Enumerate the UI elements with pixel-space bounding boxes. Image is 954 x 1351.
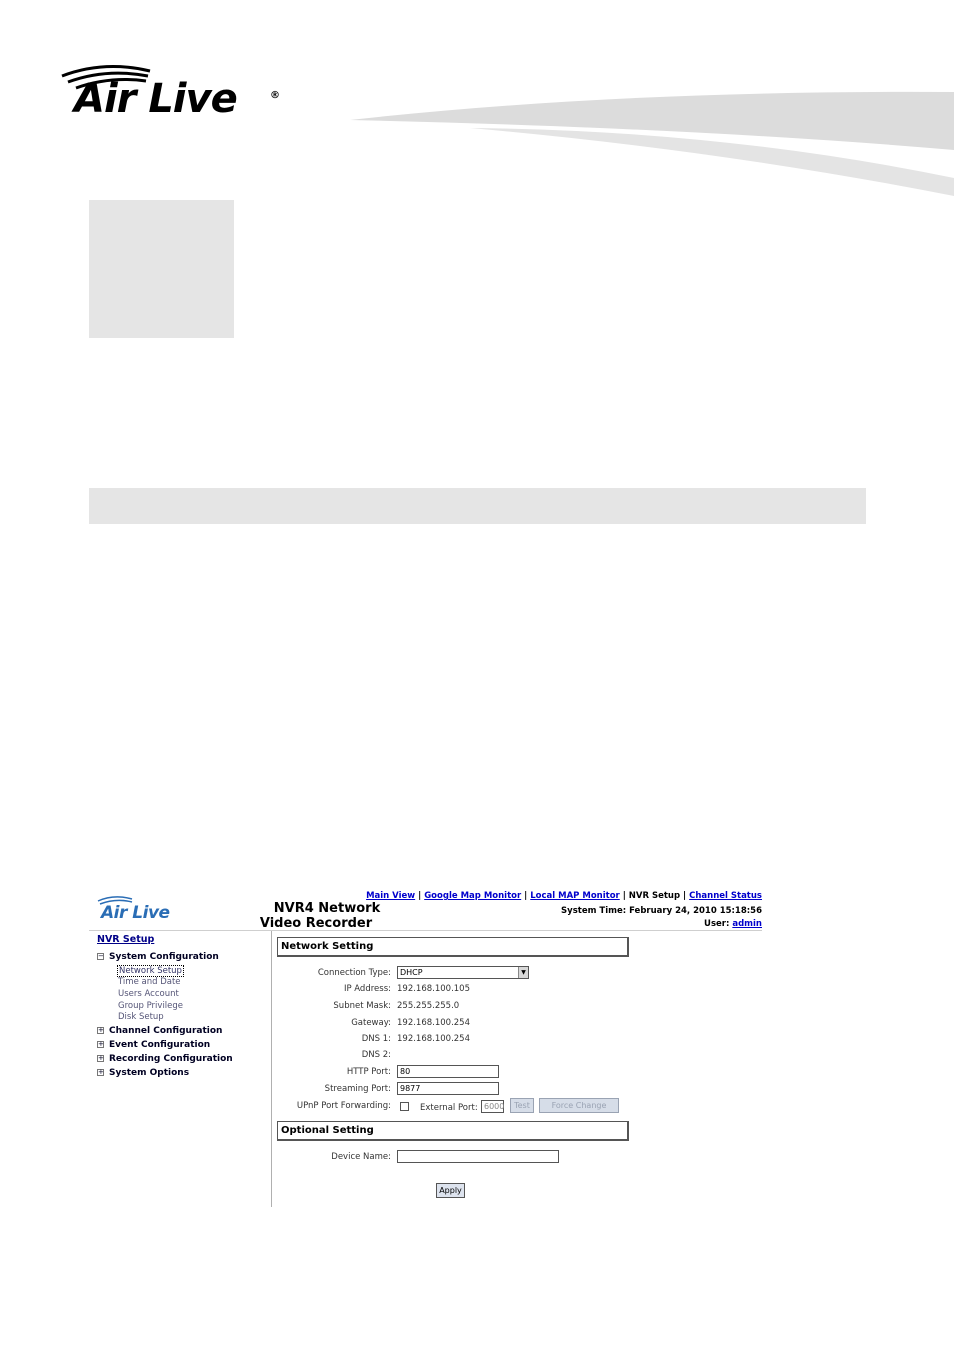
collapse-icon[interactable]: −: [97, 953, 104, 960]
expand-icon[interactable]: +: [97, 1055, 104, 1062]
sidebar-event-configuration[interactable]: + Event Configuration: [97, 1040, 210, 1050]
sidebar-item-users-account[interactable]: Users Account: [118, 989, 179, 999]
nvr-logo: Air Live: [96, 895, 196, 925]
network-setting-heading: Network Setting: [277, 937, 629, 957]
user-info: User: admin: [704, 919, 762, 929]
channel-status-link[interactable]: Channel Status: [689, 891, 762, 901]
main-view-link[interactable]: Main View: [366, 891, 415, 901]
user-label: User:: [704, 919, 730, 929]
sidebar-item-time-and-date[interactable]: Time and Date: [118, 977, 181, 987]
nvr-product-title: NVR4 Network Video Recorder: [260, 901, 389, 931]
test-button[interactable]: Test: [510, 1098, 534, 1113]
external-port-input[interactable]: 6000: [481, 1100, 504, 1113]
http-port-label: HTTP Port:: [346, 1067, 391, 1077]
gateway-label: Gateway:: [351, 1018, 391, 1028]
external-port-label: External Port:: [420, 1103, 478, 1113]
gateway-value: 192.168.100.254: [397, 1018, 471, 1028]
device-name-input[interactable]: [397, 1150, 559, 1163]
sidebar-divider: [271, 931, 272, 1207]
expand-icon[interactable]: +: [97, 1069, 104, 1076]
connection-type-select[interactable]: DHCP ▼: [397, 966, 529, 979]
subnet-mask-label: Subnet Mask:: [333, 1001, 391, 1011]
streaming-port-label: Streaming Port:: [324, 1084, 391, 1094]
dns2-label: DNS 2:: [361, 1050, 391, 1060]
sidebar-system-configuration[interactable]: − System Configuration: [97, 952, 219, 962]
sidebar-item-network-setup[interactable]: Network Setup: [117, 965, 184, 977]
nvr-sidebar: NVR Setup − System Configuration Network …: [97, 934, 267, 1084]
connection-type-label: Connection Type:: [317, 968, 391, 978]
device-name-label: Device Name:: [331, 1152, 391, 1162]
subnet-mask-value: 255.255.255.0: [397, 1001, 460, 1011]
nvr-setup-screenshot: Air Live NVR4 Network Video Recorder Mai…: [89, 885, 762, 1207]
streaming-port-input[interactable]: 9877: [397, 1082, 499, 1095]
nvr-logo-text: Air Live: [101, 903, 170, 923]
google-map-monitor-link[interactable]: Google Map Monitor: [424, 891, 521, 901]
ip-address-label: IP Address:: [343, 984, 391, 994]
logo-text: Air Live: [74, 76, 238, 122]
expand-icon[interactable]: +: [97, 1027, 104, 1034]
sidebar-system-options[interactable]: + System Options: [97, 1068, 189, 1078]
sidebar-recording-configuration[interactable]: + Recording Configuration: [97, 1054, 233, 1064]
dns1-label: DNS 1:: [361, 1034, 391, 1044]
sidebar-nvr-setup-link[interactable]: NVR Setup: [97, 934, 267, 945]
dns1-value: 192.168.100.254: [397, 1034, 471, 1044]
http-port-input[interactable]: 80: [397, 1065, 499, 1078]
section-title-bar: [89, 488, 866, 524]
apply-button[interactable]: Apply: [436, 1183, 465, 1198]
optional-setting-heading: Optional Setting: [277, 1121, 629, 1141]
local-map-monitor-link[interactable]: Local MAP Monitor: [530, 891, 620, 901]
upnp-port-forwarding-label: UPnP Port Forwarding:: [296, 1101, 391, 1111]
header-divider: [89, 930, 762, 931]
user-admin-link[interactable]: admin: [732, 919, 762, 929]
expand-icon[interactable]: +: [97, 1041, 104, 1048]
system-time: System Time: February 24, 2010 15:18:56: [561, 906, 762, 916]
dropdown-arrow-icon[interactable]: ▼: [518, 967, 528, 978]
registered-mark: ®: [270, 90, 280, 101]
nvr-title-line1: NVR4 Network: [273, 901, 381, 916]
sidebar-item-disk-setup[interactable]: Disk Setup: [118, 1012, 164, 1022]
force-change-button[interactable]: Force Change: [539, 1098, 619, 1113]
airlive-logo: Air Live ®: [58, 62, 298, 132]
sidebar-channel-configuration[interactable]: + Channel Configuration: [97, 1026, 222, 1036]
connection-type-value: DHCP: [400, 968, 423, 977]
upnp-port-forwarding-checkbox[interactable]: [400, 1102, 409, 1111]
chapter-number-box: [89, 200, 234, 338]
top-nav-links: Main View | Google Map Monitor | Local M…: [366, 891, 762, 901]
nvr-title-line2: Video Recorder: [259, 916, 373, 931]
nvr-setup-current: NVR Setup: [628, 891, 681, 901]
ip-address-value: 192.168.100.105: [397, 984, 471, 994]
sidebar-item-group-privilege[interactable]: Group Privilege: [118, 1001, 183, 1011]
